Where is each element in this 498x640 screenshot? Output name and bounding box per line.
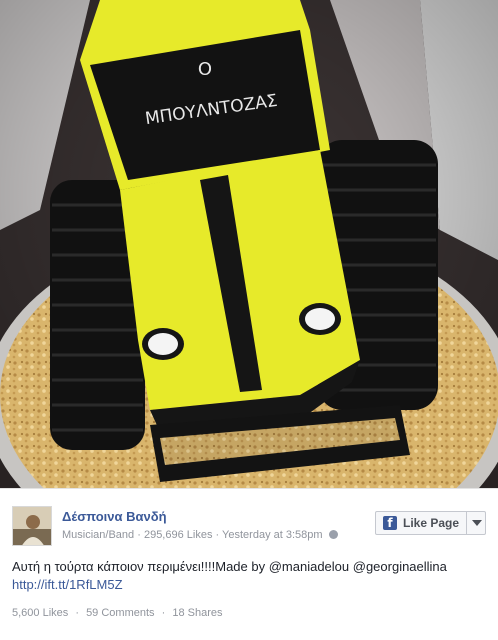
post-stats: 5,600 Likes · 59 Comments · 18 Shares — [12, 607, 223, 619]
shares-count[interactable]: 18 Shares — [172, 607, 222, 619]
like-page-button[interactable]: f Like Page — [375, 511, 486, 535]
page-name-link[interactable]: Δέσποινα Βανδή — [62, 509, 167, 524]
page-avatar[interactable] — [12, 506, 52, 546]
post-timestamp[interactable]: Yesterday at 3:58pm — [222, 529, 323, 541]
stats-separator: · — [75, 607, 79, 619]
time-separator: · — [215, 529, 220, 541]
meta-separator: · — [137, 529, 141, 541]
likes-count[interactable]: 5,600 Likes — [12, 607, 68, 619]
post-text: Αυτή η τούρτα κάποιον περιμένει!!!!Made … — [12, 559, 447, 574]
post-photo[interactable]: Ο ΜΠΟΥΛΝΤΟΖΑΣ — [0, 0, 498, 488]
post-meta: Musician/Band · 295,696 Likes · Yesterda… — [62, 529, 338, 541]
stats-separator: · — [161, 607, 166, 619]
globe-icon — [328, 530, 338, 539]
post-card: Δέσποινα Βανδή Musician/Band · 295,696 L… — [0, 488, 498, 640]
comments-count[interactable]: 59 Comments — [86, 607, 154, 619]
page-likes-count: 295,696 Likes — [143, 529, 213, 541]
like-page-label: Like Page — [403, 516, 460, 530]
caret-down-icon[interactable] — [472, 520, 482, 526]
cake-lettering-line1: Ο — [198, 59, 212, 80]
facebook-f-icon: f — [383, 516, 397, 530]
button-divider — [466, 512, 467, 534]
page-category: Musician/Band — [62, 529, 135, 541]
post-link[interactable]: http://ift.tt/1RfLM5Z — [12, 577, 123, 592]
